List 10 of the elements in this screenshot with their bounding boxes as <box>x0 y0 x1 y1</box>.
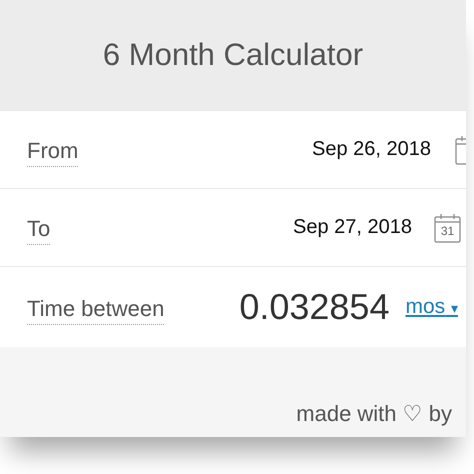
field-label: To <box>27 216 50 245</box>
field-label: From <box>27 138 78 167</box>
field-label: Time between <box>27 296 164 324</box>
date-field[interactable]: Sep 26, 2018 <box>312 138 431 161</box>
made-with-credit: made with ♡ by <box>296 401 452 427</box>
unit-dropdown[interactable]: mos ▾ <box>405 295 458 319</box>
calendar-icon[interactable]: 31 <box>434 212 461 242</box>
result-value: 0.032854 <box>239 286 390 328</box>
date-field[interactable]: Sep 27, 2018 <box>293 216 412 239</box>
calculator-title: 6 Month Calculator <box>102 37 364 73</box>
